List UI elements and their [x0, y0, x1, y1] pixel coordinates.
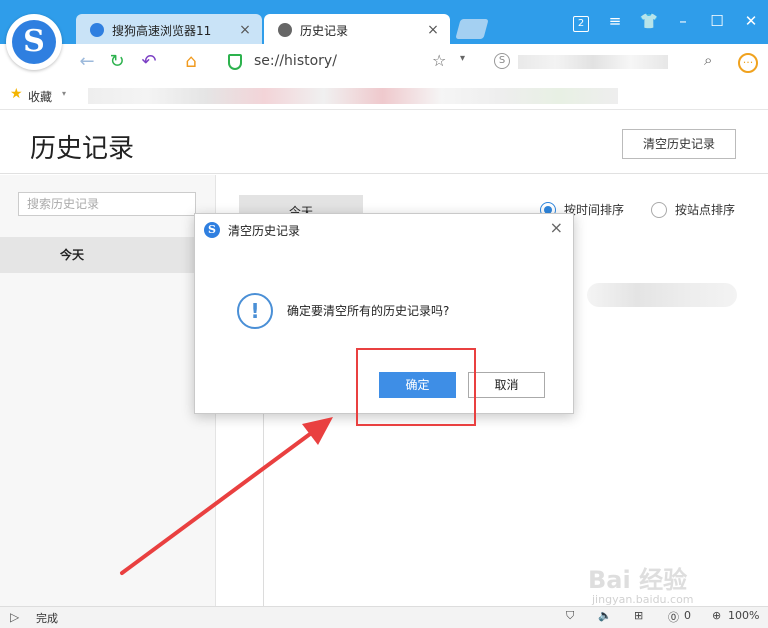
baidu-watermark-url: jingyan.baidu.com [592, 593, 694, 606]
baidu-watermark: Bai 经验 [588, 566, 688, 594]
annotation-arrow [120, 417, 333, 575]
sogou-logo: S [6, 14, 62, 70]
